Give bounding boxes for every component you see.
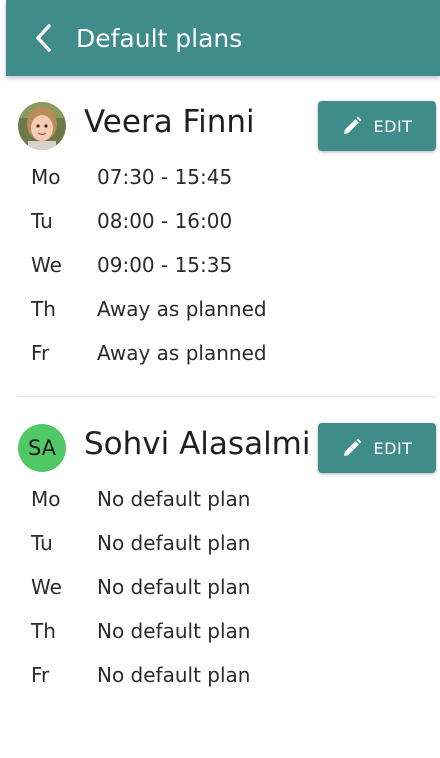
day-plan: No default plan	[97, 663, 251, 687]
chevron-left-icon	[36, 24, 51, 52]
day-name: Fr	[31, 663, 50, 687]
avatar: SA	[18, 424, 66, 472]
day-row: Fr No default plan	[0, 654, 440, 698]
day-plan: No default plan	[97, 575, 251, 599]
child-name: Sohvi Alasalmi	[84, 426, 311, 462]
day-row: We 09:00 - 15:35	[0, 244, 440, 288]
day-row: Tu 08:00 - 16:00	[0, 200, 440, 244]
day-plan: No default plan	[97, 487, 251, 511]
app-header: Default plans	[6, 0, 440, 76]
pencil-icon	[343, 116, 361, 134]
day-name: Mo	[31, 487, 61, 511]
day-row: We No default plan	[0, 566, 440, 610]
day-name: Fr	[31, 341, 50, 365]
day-row: Mo 07:30 - 15:45	[0, 156, 440, 200]
day-row: Th Away as planned	[0, 288, 440, 332]
back-button[interactable]	[24, 18, 64, 58]
day-plan: 09:00 - 15:35	[97, 253, 233, 277]
edit-button-label: EDIT	[373, 116, 413, 136]
day-name: Th	[31, 619, 56, 643]
page-title: Default plans	[76, 23, 243, 53]
day-row: Mo No default plan	[0, 478, 440, 522]
avatar	[18, 102, 66, 150]
child-header: SA Sohvi Alasalmi EDIT	[0, 418, 440, 478]
day-name: Mo	[31, 165, 61, 189]
day-name: We	[31, 575, 62, 599]
day-row: Fr Away as planned	[0, 332, 440, 376]
day-plan: Away as planned	[97, 341, 267, 365]
day-plan: No default plan	[97, 531, 251, 555]
child-card: Veera Finni EDIT Mo 07:30 - 15:45 Tu 08:…	[0, 96, 440, 376]
day-name: Tu	[31, 209, 53, 233]
day-row: Tu No default plan	[0, 522, 440, 566]
avatar-initials: SA	[27, 436, 57, 460]
day-plan: No default plan	[97, 619, 251, 643]
day-plan: 08:00 - 16:00	[97, 209, 233, 233]
day-name: Tu	[31, 531, 53, 555]
child-photo-avatar	[18, 102, 66, 150]
edit-button-label: EDIT	[373, 438, 413, 458]
edit-button[interactable]: EDIT	[318, 101, 436, 151]
day-plan: 07:30 - 15:45	[97, 165, 233, 189]
child-card: SA Sohvi Alasalmi EDIT Mo No default pla…	[0, 418, 440, 698]
edit-button[interactable]: EDIT	[318, 423, 436, 473]
pencil-icon	[343, 438, 361, 456]
day-name: Th	[31, 297, 56, 321]
child-header: Veera Finni EDIT	[0, 96, 440, 156]
day-name: We	[31, 253, 62, 277]
day-row: Th No default plan	[0, 610, 440, 654]
child-name: Veera Finni	[84, 104, 255, 140]
day-plan: Away as planned	[97, 297, 267, 321]
section-divider	[18, 396, 436, 397]
